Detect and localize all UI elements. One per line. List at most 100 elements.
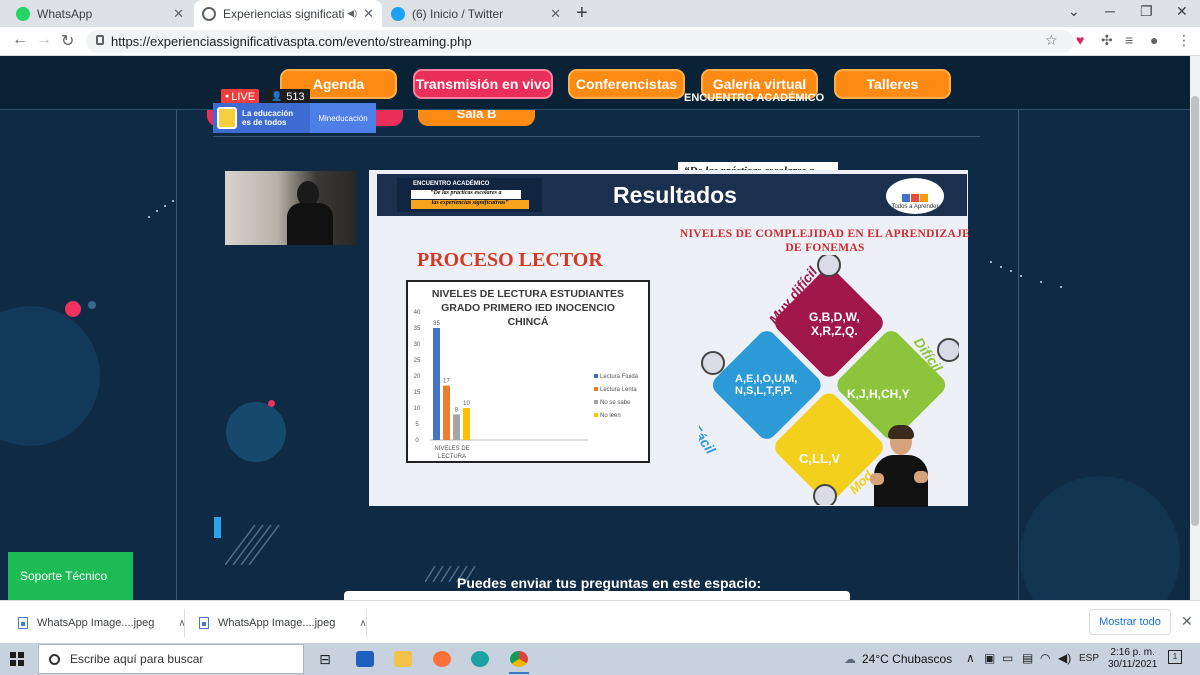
download-item[interactable]: WhatsApp Image....jpeg ∧ <box>18 610 186 636</box>
weather-widget[interactable]: ☁ 24°C Chubascos <box>844 652 952 666</box>
lock-icon[interactable] <box>96 35 104 45</box>
letters-moderado: C,LL,V <box>799 451 840 466</box>
close-icon[interactable]: ✕ <box>173 6 184 22</box>
close-icon[interactable]: ✕ <box>550 6 561 22</box>
legend-swatch <box>594 387 598 391</box>
rain-cloud-icon: ☁ <box>844 652 856 666</box>
soporte-tecnico-button[interactable]: Soporte Técnico <box>8 552 133 600</box>
questions-prompt: Puedes enviar tus preguntas en este espa… <box>457 575 762 591</box>
firefox-icon[interactable] <box>429 646 455 672</box>
browser-tab-strip: WhatsApp ✕ Experiencias significativas P… <box>0 0 1200 27</box>
chart-title-line: GRADO PRIMERO IED INOCENCIO <box>441 302 615 314</box>
bg-circle <box>1020 476 1180 600</box>
chart-plot: 0 5 10 15 20 25 30 35 40 35 17 8 10 NIVELES DE LECTURA… <box>414 310 639 460</box>
bg-dot <box>88 301 96 309</box>
bg-dot <box>268 400 275 407</box>
top-navigation: Agenda Transmisión en vivo Conferencista… <box>0 56 1190 110</box>
minimize-icon[interactable]: ─ <box>1105 3 1115 19</box>
new-tab-plus-icon[interactable]: + <box>576 2 588 25</box>
edge-icon[interactable] <box>467 646 493 672</box>
tab-title: Experiencias significativas PT <box>223 6 345 21</box>
taskbar-search[interactable]: Escribe aquí para buscar <box>38 644 304 674</box>
legend-swatch <box>594 374 598 378</box>
sala-b-button[interactable]: Sala B <box>418 110 535 126</box>
video-player[interactable] <box>213 166 980 511</box>
label-muy-dificil: Muy difícil <box>766 263 821 328</box>
wifi-icon[interactable]: ◠ <box>1040 651 1050 665</box>
profile-avatar-icon[interactable]: ● <box>1150 32 1158 48</box>
tray-app-icon[interactable]: ▣ <box>984 651 995 665</box>
scrollbar-thumb[interactable] <box>1191 96 1199 526</box>
slide-event-banner: ENCUENTRO ACADÉMICO “De las prácticas es… <box>397 178 542 212</box>
tab-experiencias[interactable]: Experiencias significativas PT ◀) ✕ <box>194 0 382 27</box>
nav-galeria-virtual[interactable]: Galería virtual <box>701 69 818 99</box>
reading-levels-chart: NIVELES DE LECTURA ESTUDIANTES GRADO PRI… <box>406 280 650 463</box>
language-indicator[interactable]: ESP <box>1079 653 1099 664</box>
legend-entry: Lectura Lenta <box>600 387 637 393</box>
close-icon[interactable]: ✕ <box>363 6 374 22</box>
image-file-icon <box>18 617 28 629</box>
download-item[interactable]: WhatsApp Image....jpeg ∧ <box>199 610 367 636</box>
windows-taskbar: Escribe aquí para buscar ⊟ ☁ 24°C Chubas… <box>0 643 1200 675</box>
monitor-icon[interactable]: ▤ <box>1022 651 1033 665</box>
back-arrow-icon[interactable]: ← <box>12 31 28 49</box>
sala-a-button[interactable]: Sala A <box>207 110 403 126</box>
chrome-icon[interactable] <box>506 646 532 674</box>
mail-app-icon[interactable] <box>352 646 378 672</box>
event-line-2: las experiencias significativas” <box>678 180 856 197</box>
frame-line <box>213 136 980 137</box>
task-view-icon[interactable]: ⊟ <box>312 646 338 672</box>
bg-hatch <box>425 566 476 582</box>
nav-agenda[interactable]: Agenda <box>280 69 397 99</box>
menu-kebab-icon[interactable]: ⋮ <box>1177 32 1191 49</box>
extension-heart-icon[interactable]: ♥ <box>1076 32 1084 48</box>
legend-swatch <box>594 413 598 417</box>
tab-title: WhatsApp <box>37 6 93 21</box>
forward-arrow-icon[interactable]: → <box>36 31 52 49</box>
reading-list-icon[interactable]: ≡ <box>1125 32 1133 48</box>
y-tick-label: 10 <box>414 406 421 412</box>
y-tick-label: 15 <box>414 390 421 396</box>
reload-icon[interactable]: ↻ <box>61 31 74 51</box>
clock[interactable]: 2:16 p. m. 30/11/2021 <box>1108 647 1157 671</box>
whatsapp-icon <box>16 6 30 21</box>
questions-input[interactable] <box>344 591 850 600</box>
url-text[interactable]: https://experienciassignificativaspta.co… <box>111 34 472 49</box>
clock-time: 2:16 p. m. <box>1110 647 1155 658</box>
presentation-slide: ENCUENTRO ACADÉMICO “De las prácticas es… <box>369 170 970 506</box>
extensions-puzzle-icon[interactable]: ✣ <box>1101 32 1113 49</box>
todos-a-aprender-logo: Todos a Aprender <box>886 178 944 214</box>
notification-center-icon[interactable]: 1 <box>1168 650 1182 664</box>
y-tick-label: 35 <box>414 326 421 332</box>
letters-facil-2: N,S,L,T,F,P. <box>735 385 792 397</box>
maximize-icon[interactable]: ❐ <box>1140 3 1153 20</box>
windows-start-icon[interactable] <box>10 652 24 666</box>
bg-sparkle <box>990 261 992 263</box>
show-all-downloads-button[interactable]: Mostrar todo <box>1089 609 1171 635</box>
bg-circle <box>0 306 100 446</box>
volume-icon[interactable]: ◀) <box>1058 651 1071 665</box>
tab-search-chevron-icon[interactable]: ⌄ <box>1068 3 1080 20</box>
chevron-up-icon[interactable]: ∧ <box>966 651 975 665</box>
tab-title: (6) Inicio / Twitter <box>412 6 504 21</box>
nav-transmision-en-vivo[interactable]: Transmisión en vivo <box>413 69 553 99</box>
audio-playing-icon[interactable]: ◀) <box>347 8 357 19</box>
download-filename: WhatsApp Image....jpeg <box>37 617 155 629</box>
bookmark-star-icon[interactable]: ☆ <box>1045 32 1058 49</box>
bar-lectura-fluida <box>433 328 440 440</box>
tab-twitter[interactable]: (6) Inicio / Twitter ✕ <box>383 0 569 27</box>
image-file-icon <box>199 617 209 629</box>
stream-layer: ● LIVE 👤 513 La educación es de todos Mined… <box>0 56 1200 600</box>
nav-talleres[interactable]: Talleres <box>834 69 951 99</box>
close-icon[interactable]: ✕ <box>1181 613 1193 630</box>
tab-whatsapp[interactable]: WhatsApp ✕ <box>8 0 192 27</box>
puzzle-piece-moderado <box>775 393 883 502</box>
battery-icon[interactable]: ▭ <box>1002 651 1013 665</box>
window-close-icon[interactable]: ✕ <box>1176 3 1188 20</box>
file-explorer-icon[interactable] <box>390 646 416 672</box>
speaker-video <box>225 171 356 245</box>
address-bar[interactable]: https://experienciassignificativaspta.co… <box>86 30 1074 53</box>
bg-sparkle <box>1040 281 1042 283</box>
page-scrollbar[interactable] <box>1190 56 1200 600</box>
nav-conferencistas[interactable]: Conferencistas <box>568 69 685 99</box>
